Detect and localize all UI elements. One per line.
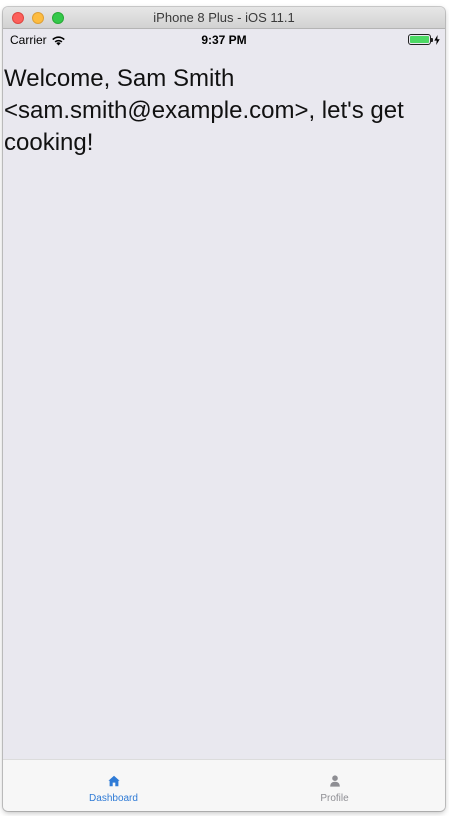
tab-dashboard[interactable]: Dashboard (3, 760, 224, 811)
window-titlebar[interactable]: iPhone 8 Plus - iOS 11.1 (3, 7, 445, 29)
battery-indicator (408, 34, 440, 45)
tab-label-dashboard: Dashboard (89, 793, 138, 804)
tab-label-profile: Profile (320, 793, 349, 804)
dashboard-screen: Welcome, Sam Smith <sam.smith@example.co… (3, 49, 445, 759)
tab-bar: Dashboard Profile (3, 759, 445, 811)
status-time: 9:37 PM (201, 33, 247, 47)
tab-profile[interactable]: Profile (224, 760, 445, 811)
welcome-message: Welcome, Sam Smith <sam.smith@example.co… (4, 65, 404, 156)
charging-bolt-icon (434, 34, 440, 45)
battery-icon (408, 34, 433, 45)
battery-level (410, 36, 429, 43)
home-icon (107, 775, 120, 787)
simulator-window: iPhone 8 Plus - iOS 11.1 Carrier 9:37 PM… (3, 7, 445, 811)
user-icon (329, 775, 340, 787)
ios-status-bar: Carrier 9:37 PM (3, 29, 445, 49)
window-title: iPhone 8 Plus - iOS 11.1 (153, 10, 295, 25)
